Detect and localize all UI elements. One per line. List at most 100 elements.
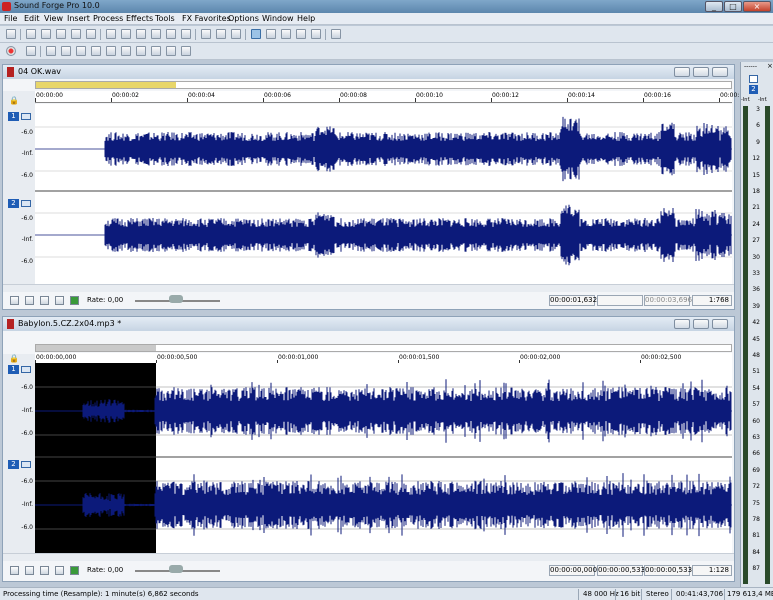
menu-fx-favorites[interactable]: FX Favorites <box>182 14 231 23</box>
doc1-go-start-icon[interactable] <box>10 296 19 305</box>
lock-icon[interactable]: 🔒 <box>9 96 19 105</box>
doc2-add-marker-icon[interactable] <box>70 566 79 575</box>
doc1-close-button[interactable] <box>712 67 728 77</box>
doc2-horizontal-scrollbar[interactable] <box>3 553 734 561</box>
properties-icon[interactable] <box>86 29 96 39</box>
edit-tool-icon[interactable] <box>251 29 261 39</box>
cut-icon[interactable] <box>106 29 116 39</box>
doc1-play-icon[interactable] <box>55 296 64 305</box>
menu-tools[interactable]: Tools <box>155 14 175 23</box>
crop-icon[interactable] <box>166 29 176 39</box>
doc1-overview-viewport[interactable] <box>36 82 176 88</box>
ruler-tick-label: 00:00:00,000 <box>36 354 77 361</box>
menu-view[interactable]: View <box>44 14 63 23</box>
channel-2-minimize[interactable] <box>21 461 31 468</box>
stop-icon[interactable] <box>91 46 101 56</box>
save-as-icon[interactable] <box>56 29 66 39</box>
event-tool-icon[interactable] <box>311 29 321 39</box>
doc1-stop-icon[interactable] <box>40 296 49 305</box>
play-all-icon[interactable] <box>46 46 56 56</box>
menu-window[interactable]: Window <box>262 14 294 23</box>
doc1-overview-bar[interactable] <box>35 81 732 89</box>
menu-effects[interactable]: Effects <box>126 14 153 23</box>
doc1-rate-slider-thumb[interactable] <box>169 295 183 303</box>
step-forward-icon[interactable] <box>166 46 176 56</box>
doc2-overview-viewport[interactable] <box>36 345 156 351</box>
fast-forward-icon[interactable] <box>151 46 161 56</box>
channel-2-minimize[interactable] <box>21 200 31 207</box>
paste-icon[interactable] <box>136 29 146 39</box>
doc1-selection-length[interactable]: 00:00:03,696 <box>644 295 692 306</box>
redo-icon[interactable] <box>216 29 226 39</box>
doc1-add-marker-icon[interactable] <box>70 296 79 305</box>
doc2-rate-slider-thumb[interactable] <box>169 565 183 573</box>
doc1-selection-start[interactable]: 00:00:01,632 <box>549 295 597 306</box>
db-label: -Inf. <box>21 236 33 243</box>
pause-icon[interactable] <box>76 46 86 56</box>
meter-channel-2-badge[interactable]: 2 <box>749 85 758 94</box>
record-icon[interactable] <box>6 46 16 56</box>
channel-2-badge[interactable]: 2 <box>8 460 19 469</box>
render-icon[interactable] <box>71 29 81 39</box>
doc2-zoom-ratio[interactable]: 1:128 <box>692 565 732 576</box>
doc1-go-end-icon[interactable] <box>25 296 34 305</box>
envelope-tool-icon[interactable] <box>296 29 306 39</box>
doc1-horizontal-scrollbar[interactable] <box>3 284 734 292</box>
channel-1-minimize[interactable] <box>21 113 31 120</box>
channel-1-badge[interactable]: 1 <box>8 112 19 121</box>
open-icon[interactable] <box>26 29 36 39</box>
menu-options[interactable]: Options <box>228 14 259 23</box>
channel-1-badge[interactable]: 1 <box>8 365 19 374</box>
status-free-space: 179 613,4 MB <box>727 590 773 598</box>
status-divider <box>578 589 579 600</box>
undo-icon[interactable] <box>201 29 211 39</box>
status-bit-depth: 16 bit <box>620 590 641 598</box>
loop-icon[interactable] <box>26 46 36 56</box>
doc1-time-ruler[interactable]: 00:00:00 00:00:02 00:00:04 00:00:06 00:00:08… <box>35 91 747 103</box>
doc2-stop-icon[interactable] <box>40 566 49 575</box>
magnify-tool-icon[interactable] <box>266 29 276 39</box>
step-back-icon[interactable] <box>136 46 146 56</box>
doc1-zoom-ratio[interactable]: 1:768 <box>692 295 732 306</box>
go-to-start-icon[interactable] <box>106 46 116 56</box>
repeat-icon[interactable] <box>231 29 241 39</box>
menu-process[interactable]: Process <box>93 14 123 23</box>
copy-icon[interactable] <box>121 29 131 39</box>
lock-icon[interactable]: 🔒 <box>9 354 19 363</box>
menu-help[interactable]: Help <box>297 14 315 23</box>
pencil-tool-icon[interactable] <box>281 29 291 39</box>
doc2-waveform[interactable] <box>35 363 732 553</box>
doc2-overview-bar[interactable] <box>35 344 732 352</box>
doc1-restore-button[interactable] <box>693 67 709 77</box>
trim-icon[interactable] <box>181 29 191 39</box>
mix-icon[interactable] <box>151 29 161 39</box>
go-to-end-icon[interactable] <box>181 46 191 56</box>
doc2-play-icon[interactable] <box>55 566 64 575</box>
play-icon[interactable] <box>61 46 71 56</box>
rewind-icon[interactable] <box>121 46 131 56</box>
new-icon[interactable] <box>6 29 16 39</box>
menu-insert[interactable]: Insert <box>67 14 90 23</box>
meter-close-icon[interactable]: × <box>767 62 773 70</box>
doc1-waveform[interactable] <box>35 104 732 284</box>
doc2-selection-start[interactable]: 00:00:00,000 <box>549 565 597 576</box>
channel-2-badge[interactable]: 2 <box>8 199 19 208</box>
save-icon[interactable] <box>41 29 51 39</box>
menu-file[interactable]: File <box>4 14 17 23</box>
doc2-go-end-icon[interactable] <box>25 566 34 575</box>
doc1-minimize-button[interactable] <box>674 67 690 77</box>
minimize-button[interactable]: _ <box>705 1 723 12</box>
maximize-button[interactable]: □ <box>724 1 742 12</box>
meter-channel-1-toggle[interactable] <box>749 75 758 83</box>
doc2-close-button[interactable] <box>712 319 728 329</box>
close-button[interactable]: × <box>743 1 771 12</box>
doc1-selection-end[interactable] <box>597 295 643 306</box>
doc2-selection-end[interactable]: 00:00:00,533 <box>597 565 645 576</box>
menu-edit[interactable]: Edit <box>24 14 40 23</box>
channel-1-minimize[interactable] <box>21 366 31 373</box>
doc2-selection-length[interactable]: 00:00:00,533 <box>644 565 692 576</box>
doc2-minimize-button[interactable] <box>674 319 690 329</box>
doc2-go-start-icon[interactable] <box>10 566 19 575</box>
doc2-restore-button[interactable] <box>693 319 709 329</box>
settings-icon[interactable] <box>331 29 341 39</box>
